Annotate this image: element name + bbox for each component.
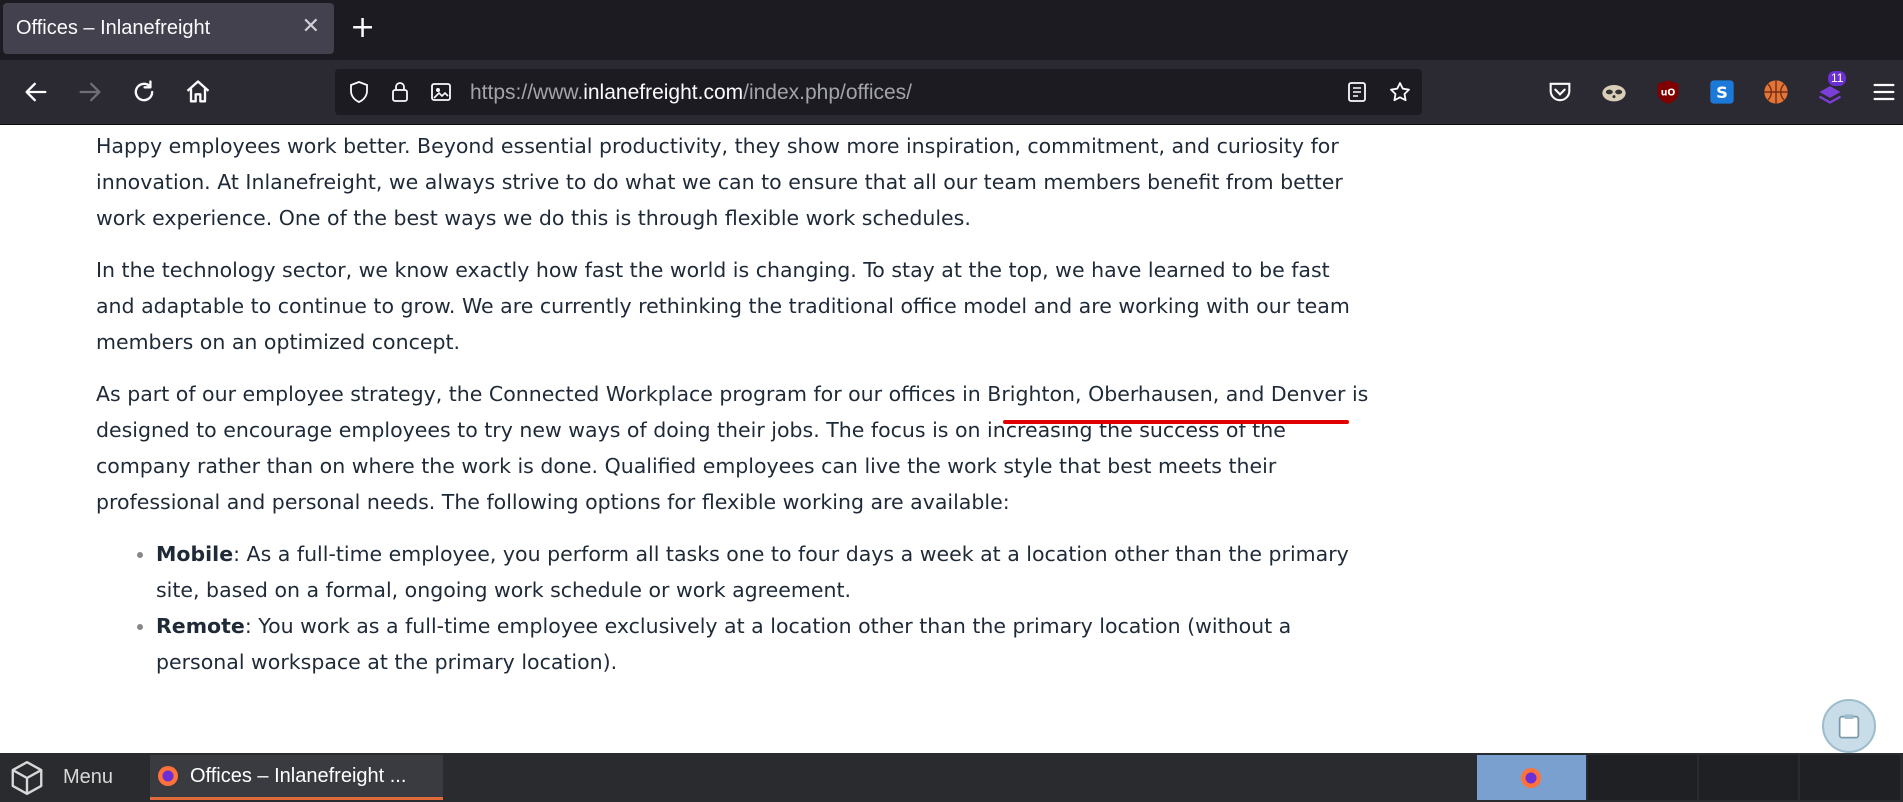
list-term: Mobile: [156, 542, 234, 566]
start-menu-button[interactable]: Menu: [0, 753, 140, 802]
taskbar-window-firefox[interactable]: Offices – Inlanefreight ...: [150, 755, 443, 800]
basketball-extension-icon[interactable]: [1762, 78, 1790, 106]
s-extension-icon[interactable]: S: [1708, 78, 1736, 106]
red-annotation-underline: [1003, 420, 1349, 424]
url-domain: inlanefreight.com: [583, 81, 744, 104]
cube-menu-icon: [11, 760, 43, 796]
extension-badge: 11: [1828, 71, 1847, 86]
pocket-icon[interactable]: [1546, 78, 1574, 106]
permissions-image-icon[interactable]: [429, 80, 453, 104]
paragraph-3-start: As part of our employee strategy, the Co…: [96, 382, 988, 406]
list-term: Remote: [156, 614, 245, 638]
workspace-4[interactable]: [1800, 755, 1900, 800]
list-item-mobile: Mobile: As a full-time employee, you per…: [156, 536, 1371, 608]
reload-icon[interactable]: [130, 78, 158, 106]
workspace-1[interactable]: [1477, 755, 1586, 800]
office-locations-highlight: Brighton, Oberhausen, and Denver: [987, 382, 1346, 406]
list-text: : As a full-time employee, you perform a…: [156, 542, 1349, 602]
firefox-icon: [158, 766, 178, 786]
url-prefix: https://www.: [470, 81, 584, 104]
list-text: : You work as a full-time employee exclu…: [156, 614, 1292, 674]
url-path: /index.php/offices/: [743, 81, 913, 104]
raccoon-extension-icon[interactable]: [1600, 78, 1628, 106]
paragraph-2: In the technology sector, we know exactl…: [96, 258, 1350, 354]
tracking-protection-shield-icon[interactable]: [347, 80, 371, 104]
svg-text:uO: uO: [1661, 88, 1676, 99]
hamburger-menu-icon[interactable]: [1870, 78, 1898, 106]
bookmark-star-icon[interactable]: [1388, 80, 1412, 104]
taskbar-window-label: Offices – Inlanefreight ...: [190, 765, 407, 787]
reader-view-icon[interactable]: [1345, 80, 1369, 104]
ublock-origin-icon[interactable]: uO: [1654, 78, 1682, 106]
clipboard-icon: [1838, 714, 1860, 739]
navigation-toolbar: https://www.inlanefreight.com/index.php/…: [0, 60, 1903, 125]
url-text[interactable]: https://www.inlanefreight.com/index.php/…: [470, 81, 912, 105]
flexible-working-options-list: Mobile: As a full-time employee, you per…: [96, 536, 1371, 680]
tab-bar: Offices – Inlanefreight ✕ +: [0, 0, 1903, 60]
paragraph-3: As part of our employee strategy, the Co…: [96, 376, 1371, 520]
firefox-icon: [1521, 768, 1541, 788]
url-bar[interactable]: https://www.inlanefreight.com/index.php/…: [335, 69, 1422, 115]
taskbar: Menu Offices – Inlanefreight ...: [0, 753, 1903, 802]
clipboard-button[interactable]: [1822, 699, 1876, 753]
tab-title: Offices – Inlanefreight: [16, 17, 211, 39]
back-arrow-icon[interactable]: [22, 78, 50, 106]
new-tab-button[interactable]: +: [350, 10, 375, 46]
lock-icon[interactable]: [388, 80, 412, 104]
svg-text:S: S: [1716, 83, 1728, 102]
page-content: Happy employees work better. Beyond esse…: [96, 128, 1371, 680]
workspace-2[interactable]: [1588, 755, 1697, 800]
close-icon[interactable]: ✕: [302, 15, 320, 39]
list-item-remote: Remote: You work as a full-time employee…: [156, 608, 1371, 680]
tab-offices[interactable]: Offices – Inlanefreight ✕: [3, 3, 334, 54]
menu-label: Menu: [63, 766, 114, 788]
paragraph-1: Happy employees work better. Beyond esse…: [96, 134, 1343, 230]
home-icon[interactable]: [184, 78, 212, 106]
forward-arrow-icon[interactable]: [76, 78, 104, 106]
workspace-3[interactable]: [1699, 755, 1798, 800]
